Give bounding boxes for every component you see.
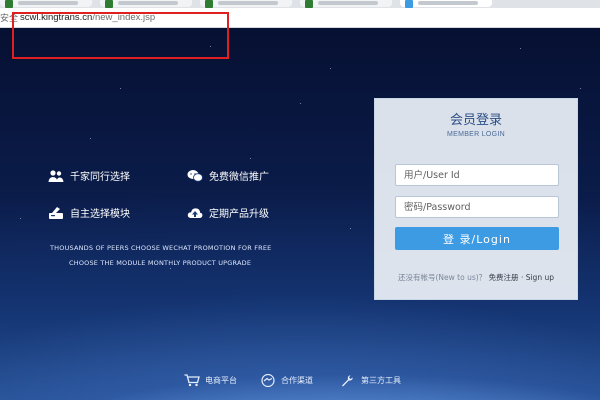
- browser-tab[interactable]: [200, 0, 292, 8]
- browser-tab-strip: [0, 0, 600, 8]
- browser-tab-active[interactable]: [400, 0, 492, 8]
- register-row: 还没有帐号(New to us)？ 免费注册 · Sign up: [375, 272, 577, 283]
- login-subtitle: MEMBER LOGIN: [446, 131, 506, 138]
- cart-icon: [184, 374, 200, 387]
- footer-link-partners-label: 合作渠道: [281, 376, 313, 385]
- url-host: scwl.kingtrans.cn: [20, 12, 93, 23]
- login-button[interactable]: 登 录/Login: [395, 227, 559, 250]
- slogan-line-1: THOUSANDS OF PEERS CHOOSE WECHAT PROMOTI…: [50, 244, 272, 252]
- url-path: /new_index.jsp: [92, 12, 156, 23]
- security-indicator[interactable]: 安全: [0, 11, 18, 25]
- register-link[interactable]: 免费注册 · Sign up: [489, 273, 554, 282]
- page-background: 千家同行选择 免费微信推广 自主选择模块 定期产品升级 THOUSANDS OF…: [0, 28, 600, 400]
- handshake-icon: [261, 374, 275, 387]
- feature-peers: 千家同行选择: [48, 168, 130, 183]
- wechat-icon: [187, 169, 203, 182]
- login-panel: 会员登录 MEMBER LOGIN 登 录/Login 还没有帐号(New to…: [374, 98, 578, 300]
- url-text[interactable]: scwl.kingtrans.cn/new_index.jsp: [20, 11, 155, 25]
- browser-tab[interactable]: [100, 0, 192, 8]
- login-title: 会员登录: [449, 113, 502, 128]
- module-icon: [49, 206, 63, 219]
- feature-upgrade: 定期产品升级: [187, 205, 269, 220]
- username-input[interactable]: [395, 164, 559, 186]
- slogan-line-2: CHOOSE THE MODULE MONTHLY PRODUCT UPGRAD…: [69, 259, 252, 267]
- feature-module: 自主选择模块: [48, 205, 130, 220]
- browser-tab[interactable]: [0, 0, 92, 8]
- register-prompt: 还没有帐号(New to us)？: [398, 273, 487, 282]
- browser-tab[interactable]: [300, 0, 392, 8]
- footer-link-partners[interactable]: 合作渠道: [260, 374, 313, 387]
- feature-wechat-label: 免费微信推广: [209, 172, 269, 183]
- feature-upgrade-label: 定期产品升级: [209, 209, 269, 220]
- feature-wechat: 免费微信推广: [187, 168, 269, 183]
- feature-module-label: 自主选择模块: [70, 209, 130, 220]
- footer-link-tools[interactable]: 第三方工具: [340, 374, 401, 387]
- cloud-upgrade-icon: [187, 207, 203, 218]
- footer-link-ecommerce[interactable]: 电商平台: [184, 374, 237, 387]
- footer-link-ecommerce-label: 电商平台: [205, 376, 237, 385]
- password-input[interactable]: [395, 196, 559, 218]
- footer-link-tools-label: 第三方工具: [361, 376, 401, 385]
- feature-peers-label: 千家同行选择: [70, 172, 130, 183]
- wrench-icon: [342, 375, 353, 387]
- users-icon: [48, 169, 64, 182]
- address-bar[interactable]: 安全 scwl.kingtrans.cn/new_index.jsp: [0, 8, 600, 59]
